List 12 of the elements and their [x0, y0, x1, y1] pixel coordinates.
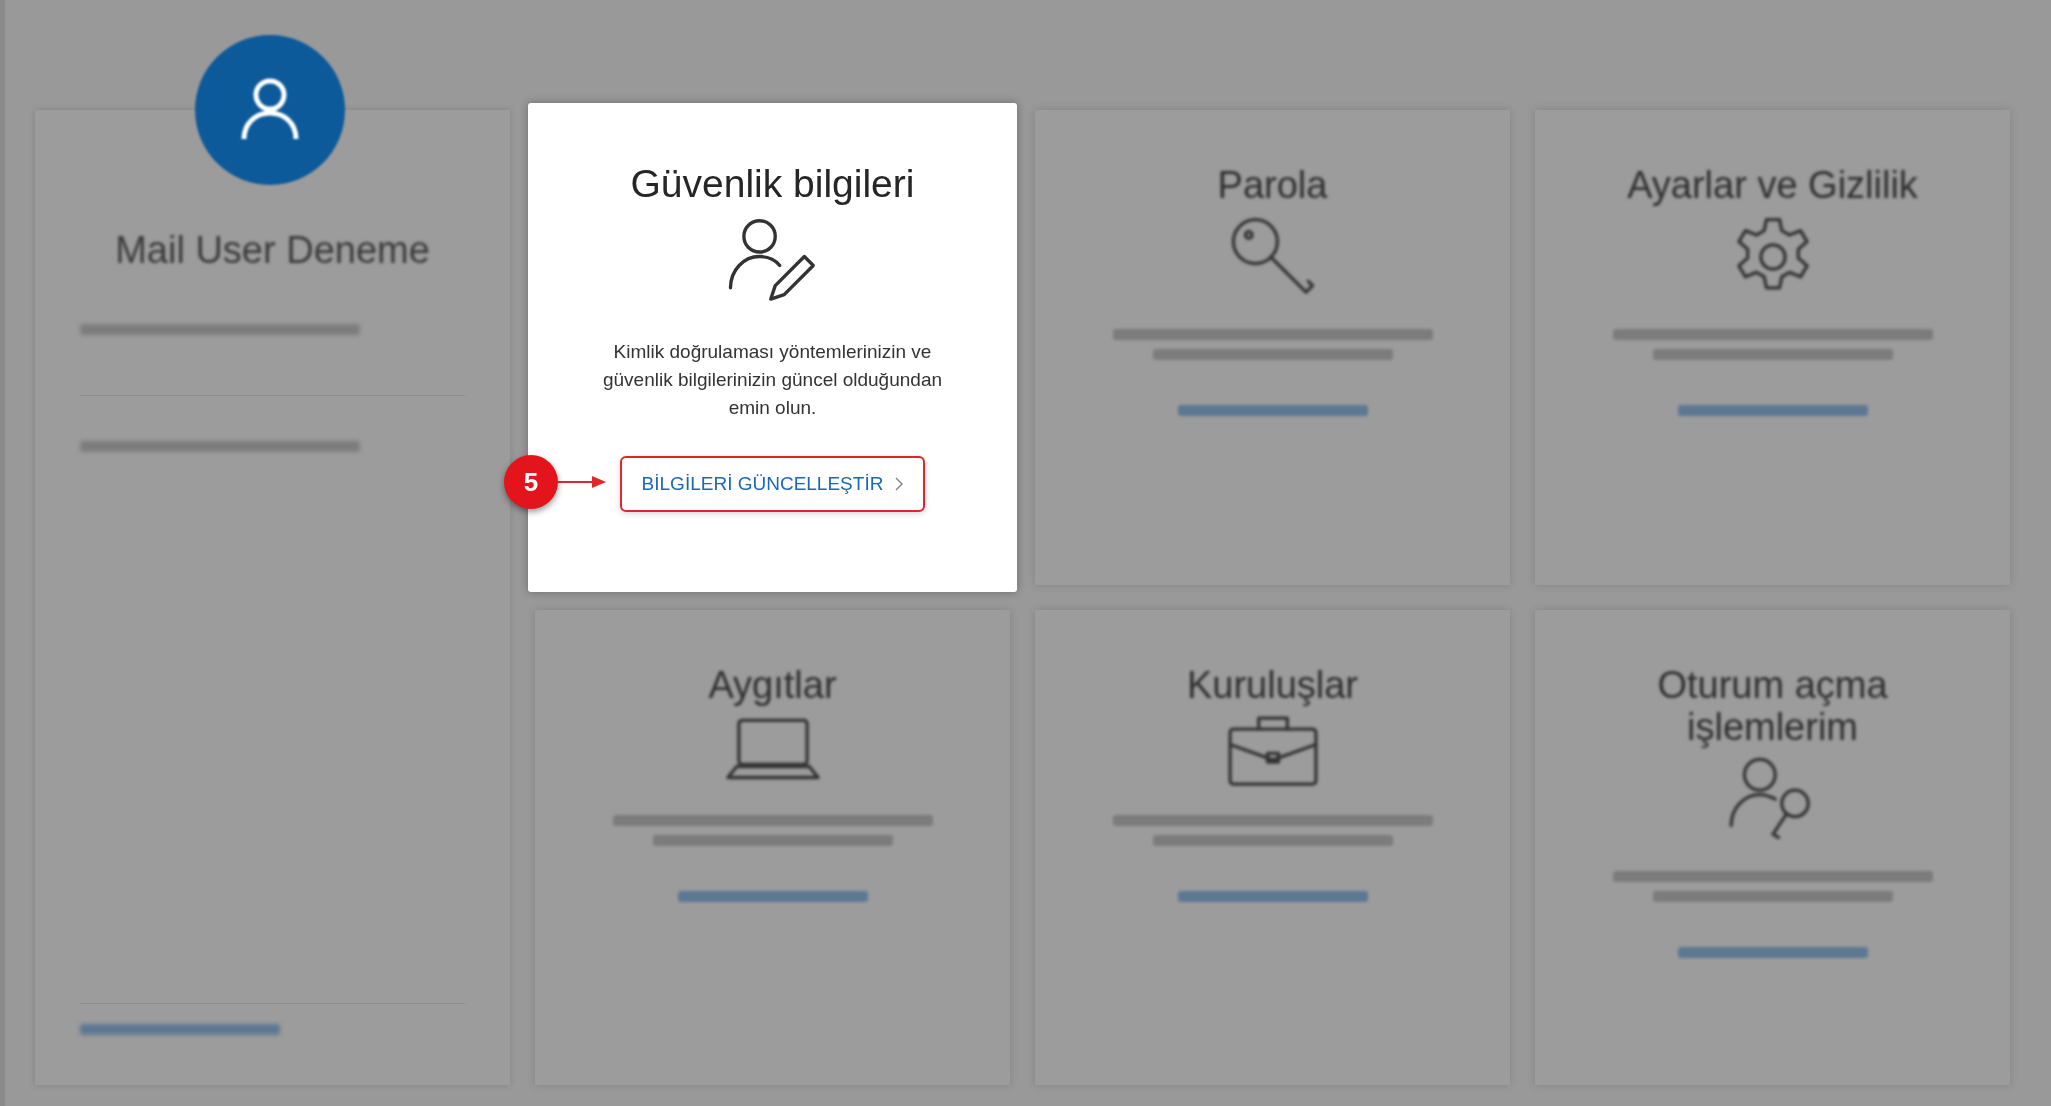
card-title: Kuruluşlar [1186, 665, 1359, 707]
step-badge: 5 [504, 455, 558, 509]
pointer-arrow [558, 474, 608, 490]
chevron-icon [895, 477, 904, 492]
card-title: Parola [1217, 165, 1328, 207]
update-info-link[interactable]: BİLGİLERİ GÜNCELLEŞTİR [619, 455, 926, 513]
card-description: Kimlik doğrulaması yöntemlerinizin ve güvenlik bilgilerinizin güncel olduğundan emin olun. [601, 339, 944, 420]
card-title: Güvenlik bilgileri [630, 163, 915, 206]
card-title: Oturum açma işlemlerim [1656, 665, 1889, 749]
card-title: Ayarlar ve Gizlilik [1627, 165, 1918, 207]
card-title: Aygıtlar [708, 665, 837, 707]
user-name: Mail User Deneme [114, 228, 431, 273]
